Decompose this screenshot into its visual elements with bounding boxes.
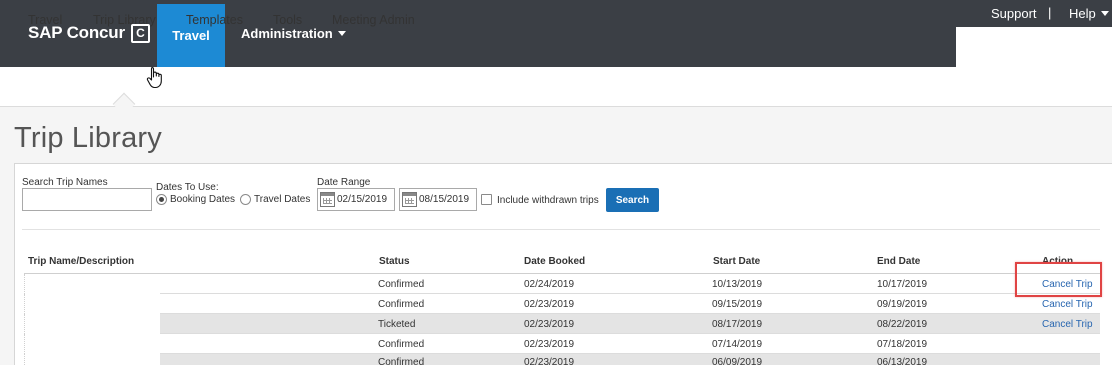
sub-navigation <box>0 67 1112 107</box>
status-cell: Confirmed <box>378 299 425 310</box>
subnav-tools[interactable]: Tools <box>273 13 302 27</box>
dates-to-use-label: Dates To Use: <box>156 182 219 193</box>
table-row: Confirmed 02/23/2019 09/15/2019 09/19/20… <box>160 294 1100 314</box>
trip-name-cell[interactable] <box>24 334 160 354</box>
table-row: Confirmed 02/23/2019 07/14/2019 07/18/20… <box>160 334 1100 354</box>
header-start-date[interactable]: Start Date <box>713 256 760 267</box>
caret-down-icon <box>1100 11 1109 16</box>
date-booked-cell: 02/23/2019 <box>524 339 575 350</box>
user-profile-area <box>956 27 1112 67</box>
end-date-cell: 08/22/2019 <box>877 319 928 330</box>
header-trip-name[interactable]: Trip Name/Description <box>28 256 134 267</box>
include-withdrawn-checkbox[interactable] <box>481 194 492 205</box>
table-row: Confirmed 02/24/2019 10/13/2019 10/17/20… <box>160 274 1100 294</box>
date-booked-cell: 02/23/2019 <box>524 299 575 310</box>
top-separator: | <box>1048 5 1052 20</box>
page-title: Trip Library <box>14 122 162 154</box>
travel-dates-radio[interactable] <box>240 194 251 205</box>
status-cell: Confirmed <box>378 339 425 350</box>
highlight-annotation <box>1015 262 1102 297</box>
table-row: Confirmed 02/23/2019 06/09/2019 06/13/20… <box>160 354 1100 365</box>
trip-name-cell[interactable] <box>24 354 160 365</box>
status-cell: Confirmed <box>378 357 425 365</box>
end-date-cell: 06/13/2019 <box>877 357 928 365</box>
header-date-booked[interactable]: Date Booked <box>524 256 585 267</box>
date-range-label: Date Range <box>317 177 371 188</box>
start-date-field[interactable]: 02/15/2019 <box>317 188 395 211</box>
end-date-cell: 09/19/2019 <box>877 299 928 310</box>
search-trip-names-label: Search Trip Names <box>22 177 108 188</box>
trip-name-cell[interactable] <box>24 314 160 334</box>
caret-down-icon <box>337 31 346 36</box>
header-status[interactable]: Status <box>379 256 410 267</box>
booking-dates-label: Booking Dates <box>170 194 236 205</box>
divider <box>22 229 1100 230</box>
trip-name-cell[interactable] <box>24 274 160 294</box>
search-trip-names-input[interactable] <box>22 188 152 211</box>
hand-pointer-icon <box>146 66 162 89</box>
travel-dates-label: Travel Dates <box>254 194 311 205</box>
start-date-cell: 06/09/2019 <box>712 357 763 365</box>
include-withdrawn-label: Include withdrawn trips <box>497 195 599 206</box>
date-booked-cell: 02/23/2019 <box>524 357 575 365</box>
calendar-icon[interactable] <box>402 192 417 207</box>
date-booked-cell: 02/23/2019 <box>524 319 575 330</box>
table-row: Ticketed 02/23/2019 08/17/2019 08/22/201… <box>160 314 1100 334</box>
nav-administration-menu[interactable]: Administration <box>241 26 346 41</box>
end-date-cell: 10/17/2019 <box>877 279 928 290</box>
calendar-icon[interactable] <box>320 192 335 207</box>
support-link[interactable]: Support <box>991 6 1037 21</box>
start-date-cell: 10/13/2019 <box>712 279 763 290</box>
cancel-trip-link[interactable]: Cancel Trip <box>1042 299 1093 310</box>
end-date-cell: 07/18/2019 <box>877 339 928 350</box>
end-date-field[interactable]: 08/15/2019 <box>399 188 477 211</box>
start-date-cell: 08/17/2019 <box>712 319 763 330</box>
subnav-trip-library[interactable]: Trip Library <box>93 13 156 27</box>
booking-dates-radio[interactable] <box>156 194 167 205</box>
help-menu[interactable]: Help <box>1069 6 1109 21</box>
status-cell: Confirmed <box>378 279 425 290</box>
date-booked-cell: 02/24/2019 <box>524 279 575 290</box>
cancel-trip-link[interactable]: Cancel Trip <box>1042 319 1093 330</box>
subnav-meeting-admin[interactable]: Meeting Admin <box>332 13 415 27</box>
trip-name-cell[interactable] <box>24 294 160 314</box>
search-button[interactable]: Search <box>606 188 659 212</box>
subnav-travel[interactable]: Travel <box>28 13 62 27</box>
header-end-date[interactable]: End Date <box>877 256 920 267</box>
start-date-cell: 09/15/2019 <box>712 299 763 310</box>
status-cell: Ticketed <box>378 319 416 330</box>
start-date-cell: 07/14/2019 <box>712 339 763 350</box>
subnav-templates[interactable]: Templates <box>186 13 243 27</box>
